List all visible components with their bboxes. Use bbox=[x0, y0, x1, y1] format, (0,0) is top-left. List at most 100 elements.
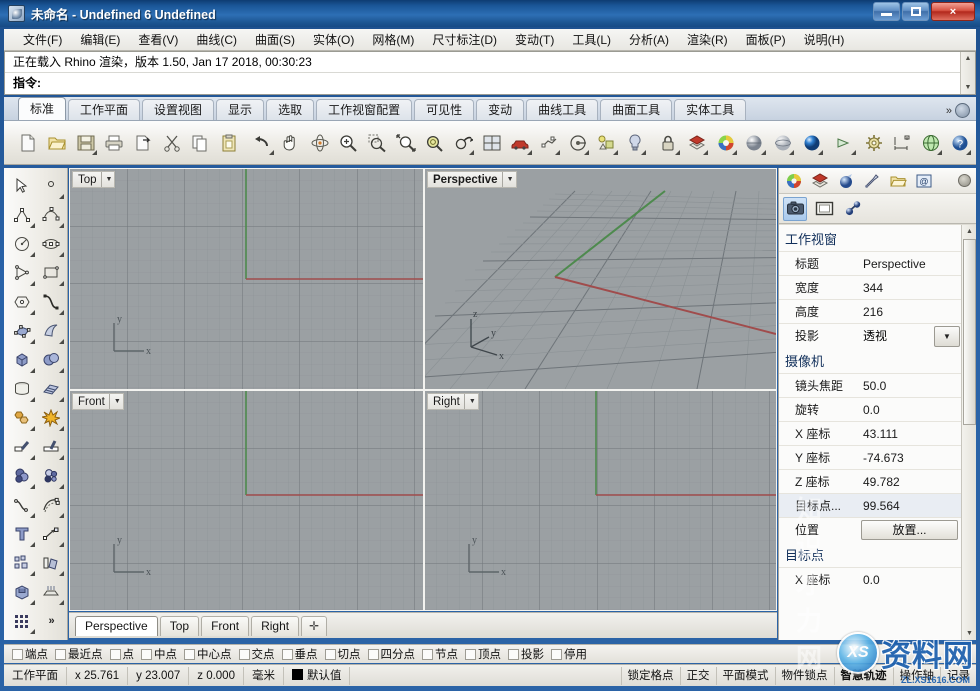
polyline-icon[interactable] bbox=[7, 200, 36, 229]
color-wheel-icon[interactable] bbox=[713, 130, 738, 156]
rectangle-icon[interactable] bbox=[36, 258, 65, 287]
osnap-disable[interactable]: 停用 bbox=[551, 646, 587, 662]
scroll-up-icon[interactable]: ▲ bbox=[961, 52, 976, 65]
menu-item-view[interactable]: 查看(V) bbox=[129, 29, 187, 50]
layer-color-swatch[interactable] bbox=[292, 669, 303, 680]
prop-value-lens-length[interactable]: 50.0 bbox=[861, 379, 962, 393]
array-icon[interactable] bbox=[7, 548, 36, 577]
paste-clipboard-icon[interactable] bbox=[217, 130, 242, 156]
osnap-knot[interactable]: 节点 bbox=[422, 646, 458, 662]
toggle-smarttrack[interactable]: 智慧轨迹 bbox=[834, 667, 893, 685]
place-camera-button[interactable]: 放置... bbox=[861, 520, 958, 540]
checkbox-icon[interactable] bbox=[465, 649, 476, 660]
zoom-window-icon[interactable] bbox=[365, 130, 390, 156]
chevron-down-icon[interactable]: ▼ bbox=[502, 172, 514, 187]
viewport-tab-top[interactable]: Top bbox=[160, 616, 199, 636]
text-icon[interactable] bbox=[7, 519, 36, 548]
prop-value-target-distance[interactable]: 99.564 bbox=[861, 499, 962, 513]
tab-cplane[interactable]: 工作平面 bbox=[68, 99, 140, 120]
layer-icon[interactable] bbox=[685, 130, 710, 156]
prop-row-projection[interactable]: 投影 透视 ▼ bbox=[779, 323, 962, 347]
sphere-render-icon[interactable] bbox=[799, 130, 824, 156]
boolean-union-icon[interactable] bbox=[7, 403, 36, 432]
gear-icon[interactable] bbox=[958, 174, 971, 187]
properties-scrollbar[interactable]: ▲ ▼ bbox=[961, 225, 976, 640]
osnap-near[interactable]: 最近点 bbox=[55, 646, 103, 662]
zoom-extents-icon[interactable] bbox=[393, 130, 418, 156]
fillet-curve-icon[interactable] bbox=[7, 490, 36, 519]
prop-value-camera-z[interactable]: 49.782 bbox=[861, 475, 962, 489]
print-icon[interactable] bbox=[102, 130, 127, 156]
viewport-front-label[interactable]: Front ▼ bbox=[72, 393, 124, 410]
tab-visibility[interactable]: 可见性 bbox=[414, 99, 474, 120]
osnap-vertex[interactable]: 顶点 bbox=[465, 646, 501, 662]
scroll-down-icon[interactable]: ▼ bbox=[961, 81, 976, 94]
shade-icon[interactable] bbox=[537, 130, 562, 156]
pan-hand-icon[interactable] bbox=[279, 130, 304, 156]
menu-item-panels[interactable]: 面板(P) bbox=[737, 29, 795, 50]
viewport-perspective[interactable]: Perspective ▼ z y x bbox=[424, 168, 777, 390]
osnap-point[interactable]: 点 bbox=[110, 646, 135, 662]
surface-patch-icon[interactable] bbox=[36, 374, 65, 403]
toggle-ortho[interactable]: 正交 bbox=[680, 667, 716, 685]
sphere-solid-icon[interactable] bbox=[36, 345, 65, 374]
checkbox-icon[interactable] bbox=[110, 649, 121, 660]
prop-value-height[interactable]: 216 bbox=[861, 305, 962, 319]
cap-icon[interactable] bbox=[36, 577, 65, 606]
ellipse-icon[interactable] bbox=[36, 229, 65, 258]
mirror-icon[interactable] bbox=[36, 548, 65, 577]
copy-icon[interactable] bbox=[188, 130, 213, 156]
viewport-tab-right[interactable]: Right bbox=[251, 616, 299, 636]
viewport-tab-perspective[interactable]: Perspective bbox=[75, 616, 158, 636]
scale-icon[interactable] bbox=[36, 519, 65, 548]
zoom-selected-icon[interactable] bbox=[422, 130, 447, 156]
checkbox-icon[interactable] bbox=[239, 649, 250, 660]
car-render-icon[interactable] bbox=[508, 130, 533, 156]
rotate-view-icon[interactable] bbox=[307, 130, 332, 156]
tab-standard[interactable]: 标准 bbox=[18, 97, 66, 120]
menu-item-transform[interactable]: 变动(T) bbox=[506, 29, 563, 50]
checkbox-icon[interactable] bbox=[551, 649, 562, 660]
osnap-mid[interactable]: 中点 bbox=[141, 646, 177, 662]
prop-row-camera-y[interactable]: Y 座标 -74.673 bbox=[779, 445, 962, 469]
light-bulb-icon[interactable] bbox=[623, 130, 648, 156]
polygon-icon[interactable] bbox=[7, 287, 36, 316]
render-preview-icon[interactable] bbox=[565, 130, 590, 156]
toggle-record[interactable]: 记录 bbox=[940, 667, 976, 685]
point-icon[interactable] bbox=[36, 171, 65, 200]
menu-item-mesh[interactable]: 网格(M) bbox=[363, 29, 423, 50]
grid-snap-icon[interactable] bbox=[7, 606, 36, 635]
checkbox-icon[interactable] bbox=[422, 649, 433, 660]
material-icon[interactable] bbox=[808, 169, 832, 193]
options-gear-icon[interactable] bbox=[861, 130, 886, 156]
circle-icon[interactable] bbox=[7, 229, 36, 258]
prop-row-target-distance[interactable]: 目标点... 99.564 bbox=[779, 493, 962, 517]
arc-icon[interactable] bbox=[7, 258, 36, 287]
offset-curve-icon[interactable] bbox=[36, 490, 65, 519]
close-button[interactable]: × bbox=[931, 2, 975, 21]
camera-icon[interactable] bbox=[783, 197, 807, 221]
lock-icon[interactable] bbox=[656, 130, 681, 156]
zoom-in-icon[interactable] bbox=[336, 130, 361, 156]
render-info-icon[interactable]: @ bbox=[912, 169, 936, 193]
prop-row-target-x[interactable]: X 座标 0.0 bbox=[779, 567, 962, 591]
tab-viewport-layout[interactable]: 工作视窗配置 bbox=[316, 99, 412, 120]
dimension-icon[interactable] bbox=[890, 130, 915, 156]
prop-row-placement[interactable]: 位置 放置... bbox=[779, 517, 962, 541]
scroll-down-icon[interactable]: ▼ bbox=[962, 627, 976, 640]
add-viewport-button[interactable]: ✛ bbox=[301, 616, 327, 636]
folder-icon[interactable] bbox=[886, 169, 910, 193]
scroll-up-icon[interactable]: ▲ bbox=[962, 225, 976, 238]
undo-view-icon[interactable] bbox=[451, 130, 476, 156]
surface-from-points-icon[interactable] bbox=[7, 316, 36, 345]
prop-row-camera-x[interactable]: X 座标 43.111 bbox=[779, 421, 962, 445]
status-layer[interactable]: 默认值 bbox=[284, 667, 351, 685]
prop-value-width[interactable]: 344 bbox=[861, 281, 962, 295]
prop-value-target-x[interactable]: 0.0 bbox=[861, 573, 962, 587]
prop-row-height[interactable]: 高度 216 bbox=[779, 299, 962, 323]
undo-icon[interactable] bbox=[250, 130, 275, 156]
menu-item-file[interactable]: 文件(F) bbox=[14, 29, 71, 50]
environment-icon[interactable] bbox=[834, 169, 858, 193]
chevron-down-icon[interactable]: ▼ bbox=[109, 394, 121, 409]
lights-icon[interactable] bbox=[594, 130, 619, 156]
